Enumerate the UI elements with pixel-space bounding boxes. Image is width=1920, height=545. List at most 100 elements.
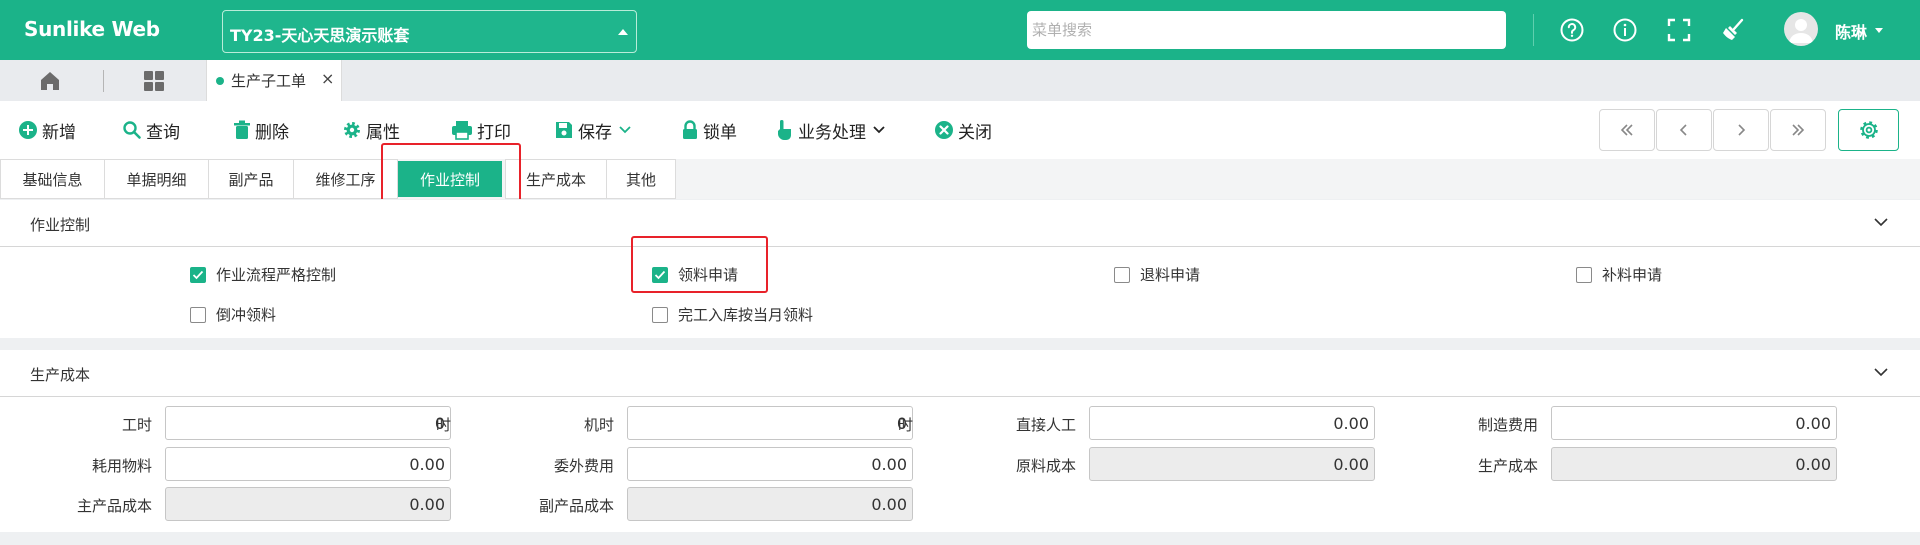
user-name[interactable]: 陈琳: [1835, 19, 1867, 43]
field-label: 工时: [121, 416, 152, 434]
highlight-box-checkbox: [631, 236, 768, 293]
tab-label: 生产子工单: [231, 72, 307, 90]
info-icon[interactable]: [1612, 17, 1638, 43]
raw-material-cost-input: [1089, 447, 1375, 481]
caret-down-icon[interactable]: [1875, 28, 1883, 33]
chevron-down-icon[interactable]: [1873, 366, 1889, 378]
first-record-button[interactable]: [1599, 109, 1655, 151]
search-icon: [123, 121, 141, 139]
close-label: 关闭: [958, 122, 992, 143]
chevron-left-icon: [1679, 124, 1687, 136]
chevron-right-icon: [1738, 124, 1746, 136]
floppy-disk-icon: [556, 122, 572, 138]
checkbox-supplement-request[interactable]: 补料申请: [1576, 264, 1662, 285]
field-label: 副产品成本: [538, 497, 614, 515]
section-gap: [0, 338, 1920, 350]
lock-button[interactable]: 锁单: [681, 118, 737, 143]
properties-label: 属性: [366, 122, 400, 143]
printer-icon: [452, 121, 472, 140]
account-set-value: TY23-天心天思演示账套: [230, 26, 410, 45]
settings-button[interactable]: [1838, 109, 1899, 151]
field-label: 委外费用: [553, 457, 614, 475]
checkbox-unchecked[interactable]: [652, 306, 668, 323]
bottom-gap: [0, 532, 1920, 545]
page-tab-strip: 生产子工单 ×: [0, 60, 1920, 101]
new-button[interactable]: 新增: [18, 118, 76, 143]
previous-record-button[interactable]: [1656, 109, 1712, 151]
checkbox-backflush[interactable]: 倒冲领料: [190, 304, 276, 325]
work-hours-input[interactable]: [165, 406, 451, 440]
hand-pointer-icon: [778, 120, 791, 140]
help-icon[interactable]: [1559, 17, 1585, 43]
checkbox-strict-workflow[interactable]: 作业流程严格控制: [190, 264, 336, 285]
checkbox-unchecked[interactable]: [1114, 266, 1130, 283]
manufacturing-expense-input[interactable]: [1551, 406, 1837, 440]
delete-label: 删除: [255, 122, 289, 143]
avatar[interactable]: [1784, 12, 1818, 46]
checkbox-label: 作业流程严格控制: [216, 266, 337, 284]
outsourcing-expense-input[interactable]: [627, 447, 913, 481]
tab-other[interactable]: 其他: [606, 159, 676, 199]
clean-icon[interactable]: [1720, 17, 1746, 43]
account-set-select[interactable]: TY23-天心天思演示账套: [222, 10, 637, 53]
field-label: 制造费用: [1477, 416, 1538, 434]
job-control-panel-header[interactable]: 作业控制: [0, 200, 1920, 247]
checkbox-label: 完工入库按当月领料: [678, 306, 814, 324]
machine-hours-input[interactable]: [627, 406, 913, 440]
apps-grid-icon[interactable]: [142, 69, 166, 93]
save-label: 保存: [578, 122, 612, 143]
unit-label: 时: [898, 416, 914, 434]
double-chevron-left-icon: [1620, 124, 1633, 136]
print-button[interactable]: 打印: [451, 118, 511, 143]
tab-divider: [103, 70, 104, 92]
chevron-down-icon[interactable]: [618, 125, 632, 135]
byproduct-cost-input: [627, 487, 913, 521]
checkbox-label: 退料申请: [1140, 266, 1201, 284]
job-control-title: 作业控制: [30, 216, 91, 234]
plus-circle-icon: [19, 121, 37, 139]
checkbox-label: 倒冲领料: [216, 306, 277, 324]
fullscreen-icon[interactable]: [1666, 17, 1692, 43]
top-bar: Sunlike Web TY23-天心天思演示账套 陈琳: [0, 0, 1920, 60]
query-button[interactable]: 查询: [122, 118, 180, 143]
checkbox-monthly-issue[interactable]: 完工入库按当月领料: [652, 304, 813, 325]
production-cost-input: [1551, 447, 1837, 481]
tab-basic-info[interactable]: 基础信息: [0, 159, 105, 199]
production-cost-panel-header[interactable]: 生产成本: [0, 350, 1920, 397]
tab-production-sub-order[interactable]: 生产子工单 ×: [206, 60, 342, 101]
last-record-button[interactable]: [1770, 109, 1826, 151]
field-label: 直接人工: [1015, 416, 1076, 434]
menu-search-input[interactable]: [1027, 11, 1506, 49]
double-chevron-right-icon: [1792, 124, 1805, 136]
checkbox-label: 补料申请: [1602, 266, 1663, 284]
header-divider: [1533, 14, 1534, 46]
save-button[interactable]: 保存: [554, 118, 636, 143]
delete-button[interactable]: 删除: [233, 118, 289, 143]
close-circle-icon: [935, 121, 953, 139]
close-button[interactable]: 关闭: [934, 118, 992, 143]
checkbox-unchecked[interactable]: [1576, 266, 1592, 283]
chevron-down-icon[interactable]: [1873, 216, 1889, 228]
home-icon[interactable]: [38, 69, 62, 93]
field-label: 机时: [583, 416, 614, 434]
lock-label: 锁单: [703, 122, 737, 143]
chevron-down-icon[interactable]: [872, 125, 886, 135]
business-process-button[interactable]: 业务处理: [776, 118, 890, 143]
consumable-material-input[interactable]: [165, 447, 451, 481]
next-record-button[interactable]: [1713, 109, 1769, 151]
checkbox-unchecked[interactable]: [190, 306, 206, 323]
new-label: 新增: [42, 122, 76, 143]
query-label: 查询: [146, 122, 180, 143]
tab-document-details[interactable]: 单据明细: [104, 159, 209, 199]
close-icon[interactable]: ×: [321, 69, 334, 88]
check-icon: [192, 270, 204, 279]
tab-byproducts[interactable]: 副产品: [208, 159, 294, 199]
checkbox-checked[interactable]: [190, 266, 206, 283]
checkbox-return-request[interactable]: 退料申请: [1114, 264, 1200, 285]
user-icon: [1789, 19, 1813, 43]
direct-labor-input[interactable]: [1089, 406, 1375, 440]
properties-button[interactable]: 属性: [342, 118, 400, 143]
main-product-cost-input: [165, 487, 451, 521]
unit-label: 时: [436, 416, 452, 434]
active-dot-icon: [216, 77, 224, 85]
